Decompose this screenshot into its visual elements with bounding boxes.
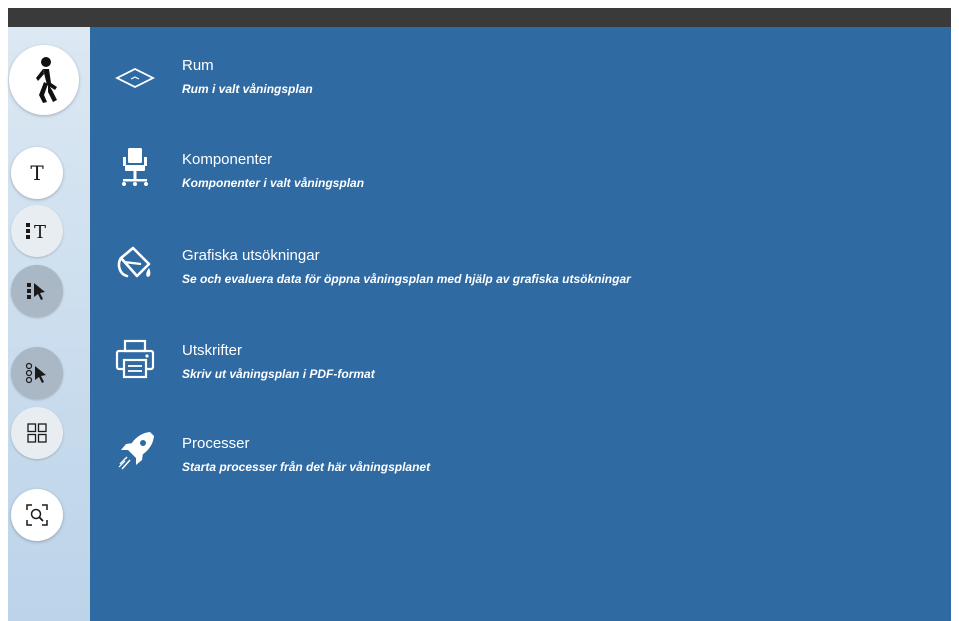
text-t-icon: T xyxy=(30,162,44,184)
menu-desc: Starta processer från det här våningspla… xyxy=(182,460,431,474)
rocket-icon xyxy=(112,429,158,475)
menu-title: Rum xyxy=(182,57,214,74)
menu-title: Utskrifter xyxy=(182,342,242,359)
grid-icon xyxy=(27,423,47,443)
menu-item-komponenter[interactable]: Komponenter Komponenter i valt våningspl… xyxy=(90,145,951,215)
select-list-tool-button[interactable] xyxy=(11,265,63,317)
menu-desc: Skriv ut våningsplan i PDF-format xyxy=(182,367,375,381)
menu-item-utskrifter[interactable]: Utskrifter Skriv ut våningsplan i PDF-fo… xyxy=(90,336,951,406)
grid-view-button[interactable] xyxy=(11,407,63,459)
svg-text:T: T xyxy=(34,222,46,242)
menu-title: Grafiska utsökningar xyxy=(182,247,320,264)
menu-title: Processer xyxy=(182,435,250,452)
sidebar: T T xyxy=(8,27,90,621)
text-tool-button[interactable]: T xyxy=(11,147,63,199)
menu-item-processer[interactable]: Processer Starta processer från det här … xyxy=(90,429,951,499)
menu-title: Komponenter xyxy=(182,151,273,168)
menu-desc: Komponenter i valt våningsplan xyxy=(182,176,365,190)
menu-desc: Rum i valt våningsplan xyxy=(182,82,313,96)
printer-icon xyxy=(112,336,158,382)
paint-bucket-icon xyxy=(112,241,158,287)
walking-person-icon xyxy=(36,57,57,103)
menu-item-rum[interactable]: Rum Rum i valt våningsplan xyxy=(90,51,951,121)
text-list-tool-button[interactable]: T xyxy=(11,205,63,257)
main-panel: Rum Rum i valt våningsplan Komponenter K… xyxy=(90,27,951,621)
office-chair-icon xyxy=(112,145,158,191)
top-bar xyxy=(8,8,951,27)
text-list-icon: T xyxy=(26,222,46,242)
menu-desc: Se och evaluera data för öppna våningspl… xyxy=(182,272,631,286)
scan-search-icon xyxy=(26,504,48,526)
pointer-nodes-icon xyxy=(25,362,46,384)
select-pointer-list-icon xyxy=(27,283,45,300)
multi-select-tool-button[interactable] xyxy=(11,347,63,399)
svg-text:T: T xyxy=(30,162,44,184)
zoom-search-button[interactable] xyxy=(11,489,63,541)
room-floor-icon xyxy=(112,55,158,101)
menu-item-grafiska-utsokningar[interactable]: Grafiska utsökningar Se och evaluera dat… xyxy=(90,241,951,311)
walk-mode-button[interactable] xyxy=(9,45,79,115)
